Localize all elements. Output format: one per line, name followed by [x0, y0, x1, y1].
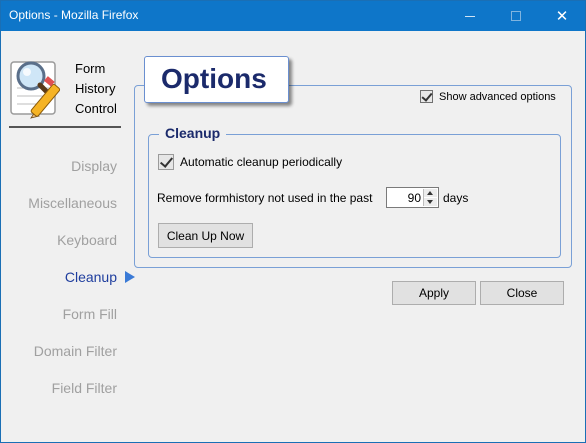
- show-advanced-toggle[interactable]: Show advanced options: [420, 90, 556, 103]
- days-value[interactable]: 90: [387, 191, 421, 205]
- close-icon: ✕: [555, 7, 569, 25]
- page-title: Options: [161, 63, 267, 94]
- clean-up-now-button[interactable]: Clean Up Now: [158, 223, 253, 248]
- show-advanced-label: Show advanced options: [439, 90, 556, 103]
- stepper-buttons: [423, 189, 437, 206]
- sidebar-item-display[interactable]: Display: [71, 158, 117, 174]
- title-bar[interactable]: Options - Mozilla Firefox ✕: [1, 1, 585, 31]
- sidebar-item-keyboard[interactable]: Keyboard: [57, 232, 117, 248]
- minimize-button[interactable]: [447, 1, 493, 31]
- close-button[interactable]: Close: [480, 281, 564, 305]
- options-header: Options: [144, 56, 289, 103]
- maximize-icon: [511, 11, 521, 21]
- sidebar-item-form-fill[interactable]: Form Fill: [63, 306, 117, 322]
- close-window-button[interactable]: ✕: [539, 1, 585, 31]
- auto-cleanup-checkbox[interactable]: [158, 154, 174, 170]
- apply-button[interactable]: Apply: [392, 281, 476, 305]
- brand-line: Control: [75, 101, 117, 116]
- brand-line: Form: [75, 61, 106, 76]
- remove-days-label: Remove formhistory not used in the past: [157, 191, 373, 205]
- cleanup-group-title: Cleanup: [159, 125, 227, 141]
- stepper-down-icon[interactable]: [424, 198, 437, 206]
- magnifier-pencil-icon: [10, 61, 61, 119]
- days-unit-label: days: [443, 191, 469, 205]
- stepper-up-icon[interactable]: [424, 189, 437, 197]
- sidebar-item-domain-filter[interactable]: Domain Filter: [34, 343, 117, 359]
- minimize-icon: [465, 15, 475, 17]
- sidebar-item-miscellaneous[interactable]: Miscellaneous: [28, 195, 117, 211]
- brand-name: Form History Control: [75, 59, 117, 119]
- brand-line: History: [75, 81, 116, 96]
- auto-cleanup-label: Automatic cleanup periodically: [180, 155, 343, 169]
- auto-cleanup-toggle[interactable]: Automatic cleanup periodically: [158, 154, 342, 170]
- show-advanced-checkbox[interactable]: [420, 90, 433, 103]
- sidebar-item-cleanup[interactable]: Cleanup: [65, 269, 117, 285]
- active-arrow-icon: [125, 271, 135, 283]
- brand: Form History Control: [9, 56, 121, 128]
- maximize-button[interactable]: [493, 1, 539, 31]
- window-title: Options - Mozilla Firefox: [9, 8, 139, 22]
- options-window: Options - Mozilla Firefox ✕ Form History: [0, 0, 586, 443]
- sidebar-item-field-filter[interactable]: Field Filter: [52, 380, 117, 396]
- days-stepper[interactable]: 90: [386, 187, 439, 208]
